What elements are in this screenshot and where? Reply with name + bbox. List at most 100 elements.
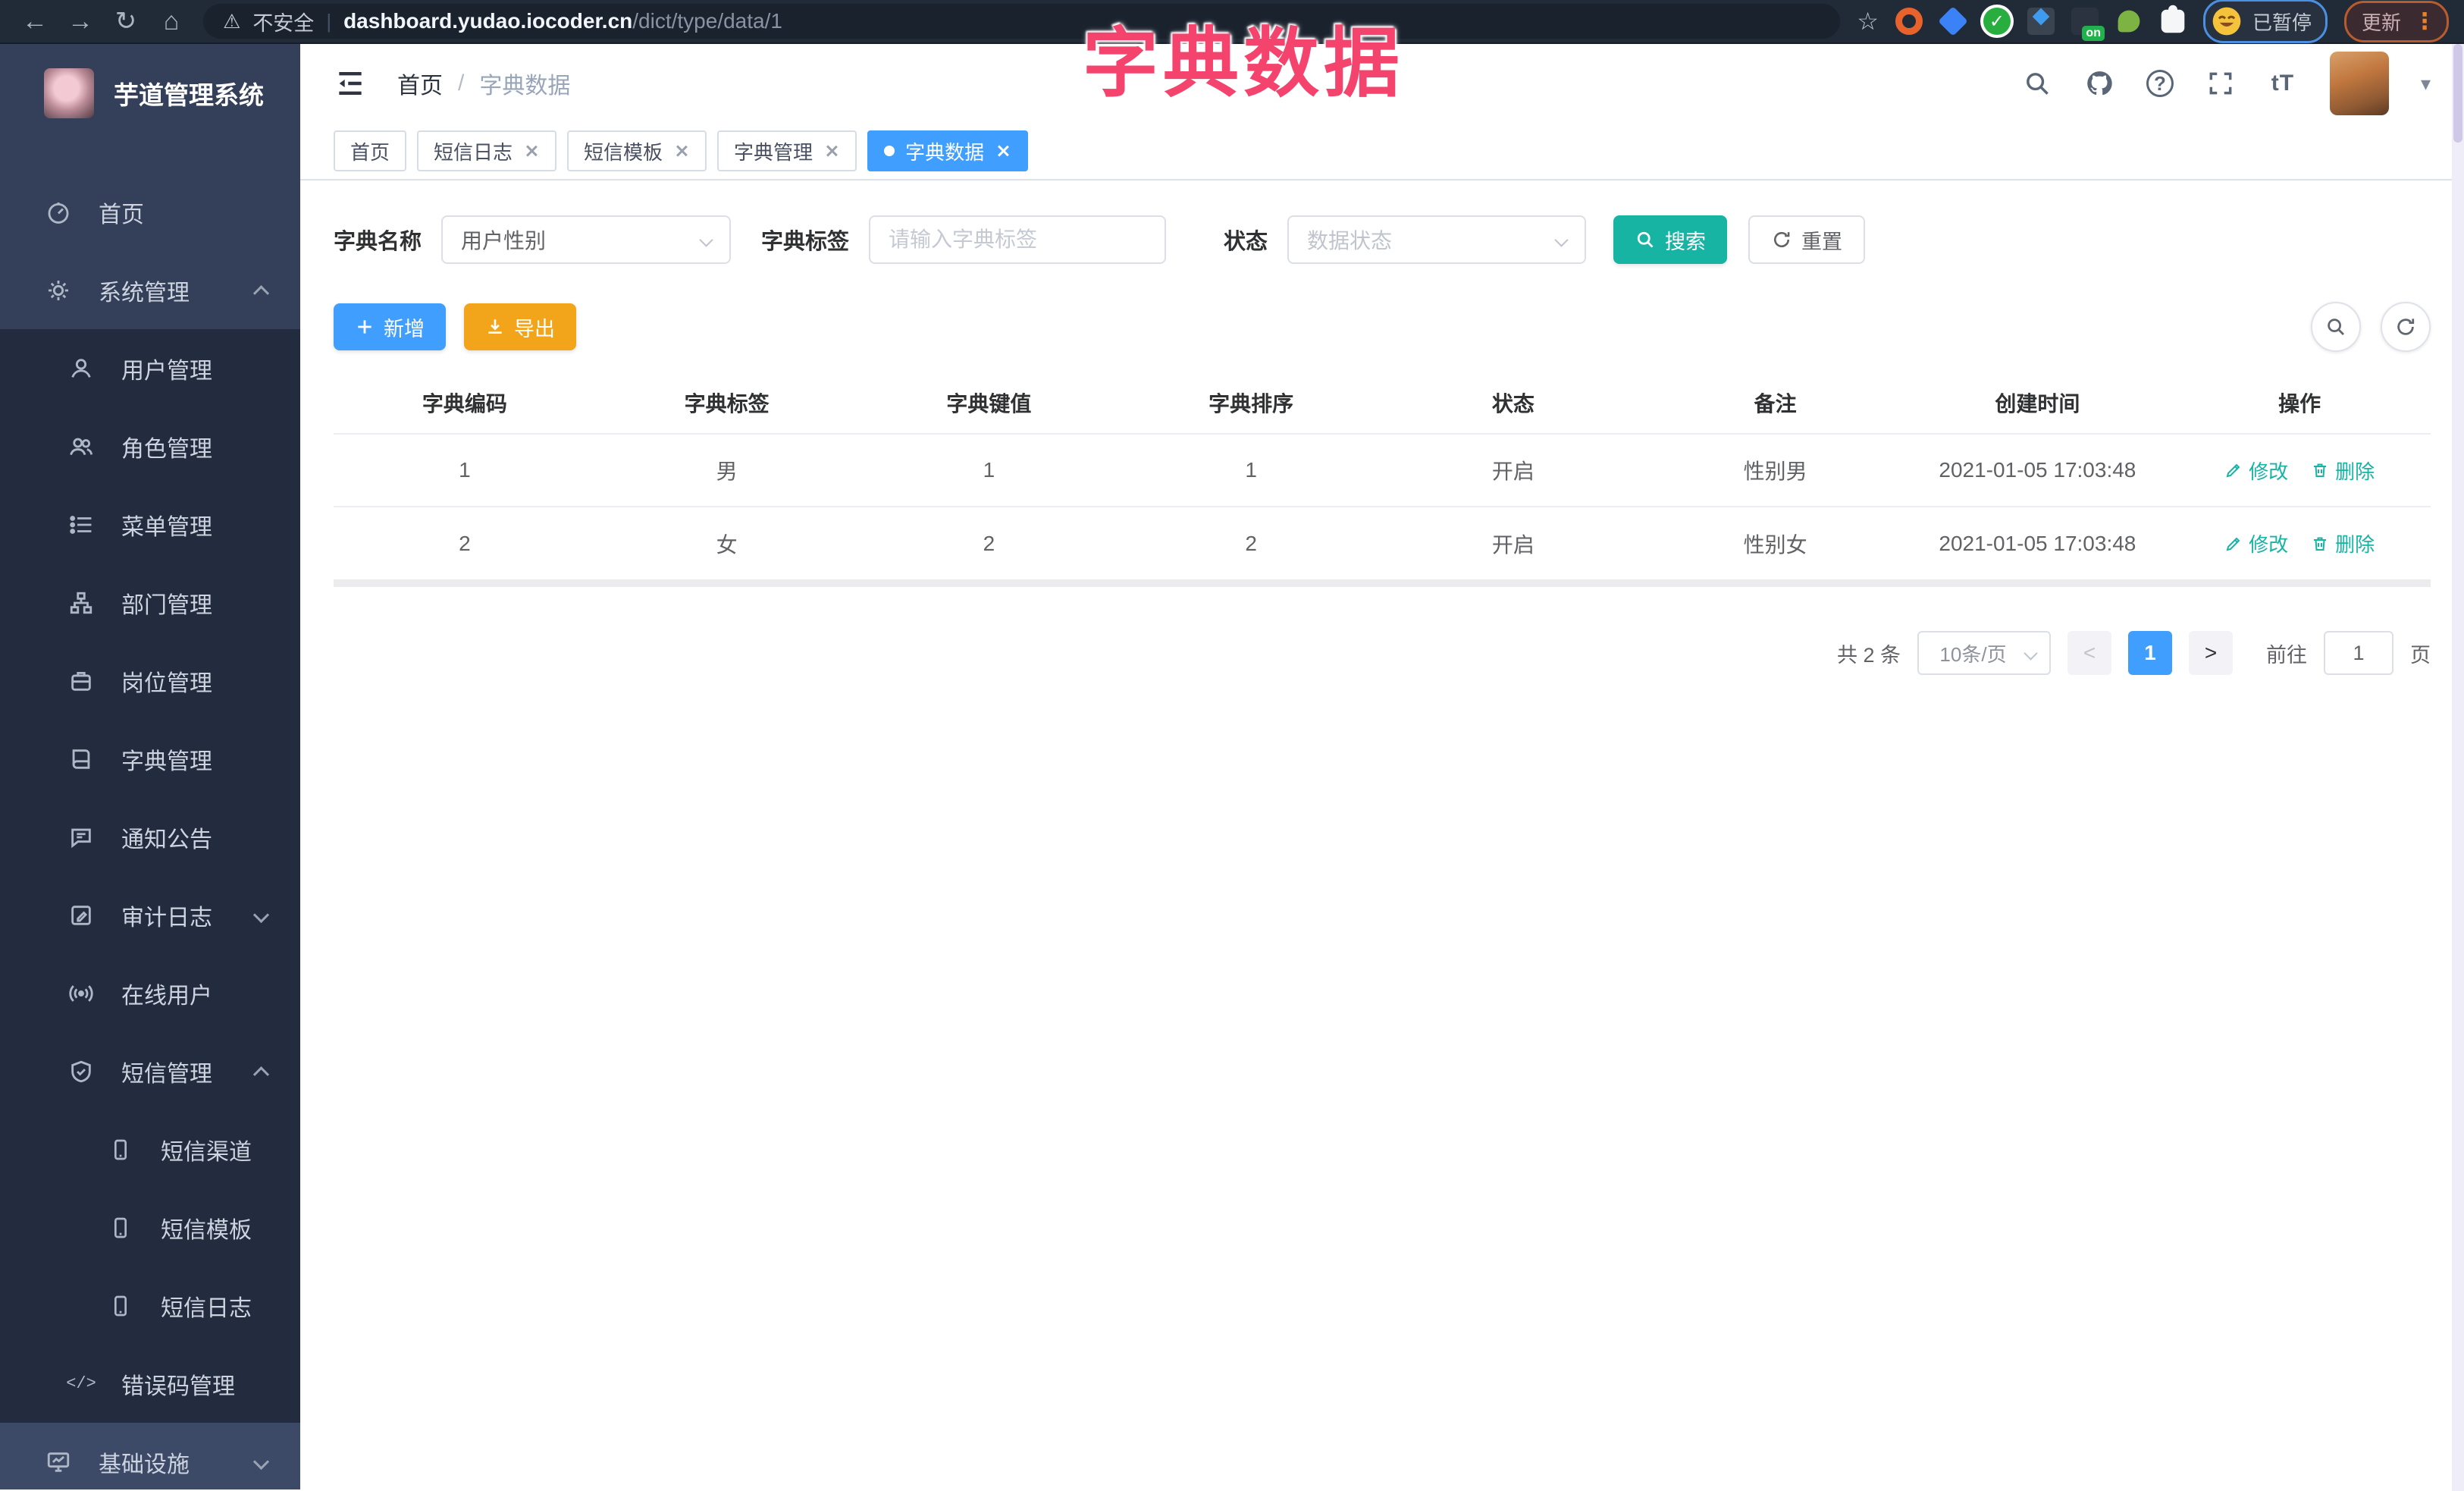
breadcrumb-home[interactable]: 首页: [397, 67, 443, 100]
sidebar-item-home[interactable]: 首页: [0, 173, 300, 251]
dict-label-field[interactable]: [869, 215, 1167, 264]
help-icon[interactable]: ?: [2146, 70, 2174, 97]
dict-label-input[interactable]: [889, 228, 1147, 252]
close-icon[interactable]: [673, 143, 690, 159]
sidebar-item-label: 基础设施: [99, 1452, 190, 1477]
chevron-down-icon: [2024, 645, 2038, 661]
hamburger-icon[interactable]: [334, 67, 367, 100]
browser-update-button[interactable]: 更新 ⋮: [2343, 0, 2449, 42]
chevron-down-icon: [252, 1453, 270, 1471]
tab-sms-template[interactable]: 短信模板: [567, 130, 707, 171]
bookmark-star-icon[interactable]: ☆: [1857, 7, 1879, 36]
browser-extension-icon[interactable]: ✓: [1983, 8, 2011, 35]
col-header: 字典标签: [595, 372, 858, 435]
page-1-button[interactable]: 1: [2128, 631, 2172, 675]
page-scrollbar[interactable]: [2452, 44, 2464, 1491]
sidebar-logo[interactable]: 芋道管理系统: [0, 44, 300, 143]
delete-label: 删除: [2335, 460, 2375, 483]
sidebar-item-post-mgmt[interactable]: 岗位管理: [0, 642, 300, 720]
sidebar-item-online-users[interactable]: 在线用户: [0, 954, 300, 1032]
table-row[interactable]: 2 女 2 2 开启 性别女 2021-01-05 17:03:48 修改 删除: [334, 507, 2431, 579]
close-icon[interactable]: [823, 143, 840, 159]
table-toolbar: 新增 导出: [334, 302, 2431, 352]
sidebar-item-infrastructure[interactable]: 基础设施: [0, 1423, 300, 1489]
add-button-label: 新增: [384, 317, 425, 341]
font-size-icon[interactable]: tT: [2268, 68, 2298, 99]
reset-button[interactable]: 重置: [1748, 215, 1866, 264]
export-button[interactable]: 导出: [464, 303, 576, 350]
refresh-table-button[interactable]: [2381, 302, 2431, 352]
dashboard-icon: [44, 198, 73, 227]
edit-link[interactable]: 修改: [2224, 529, 2288, 557]
sidebar-item-error-code[interactable]: </> 错误码管理: [0, 1345, 300, 1423]
add-button[interactable]: 新增: [334, 303, 446, 350]
sidebar-item-sms-log[interactable]: 短信日志: [0, 1267, 300, 1345]
fullscreen-icon[interactable]: [2205, 68, 2236, 99]
browser-forward-icon[interactable]: →: [61, 2, 100, 41]
audit-log-icon: [67, 901, 96, 930]
github-icon[interactable]: [2084, 68, 2114, 99]
address-bar[interactable]: ⚠ 不安全 | dashboard.yudao.iocoder.cn/dict/…: [203, 4, 1841, 39]
sidebar-item-audit-log[interactable]: 审计日志: [0, 876, 300, 954]
toggle-search-button[interactable]: [2311, 302, 2361, 352]
sidebar-item-role-mgmt[interactable]: 角色管理: [0, 407, 300, 485]
user-avatar[interactable]: [2329, 52, 2389, 115]
delete-link[interactable]: 删除: [2311, 529, 2375, 557]
browser-profile-button[interactable]: 已暂停: [2202, 0, 2328, 43]
sidebar-item-dict-mgmt[interactable]: 字典管理: [0, 720, 300, 798]
next-page-button[interactable]: >: [2189, 631, 2233, 675]
prev-page-button[interactable]: <: [2067, 631, 2111, 675]
search-button[interactable]: 搜索: [1613, 215, 1728, 264]
table-row[interactable]: 1 男 1 1 开启 性别男 2021-01-05 17:03:48 修改 删除: [334, 434, 2431, 507]
search-icon[interactable]: [2022, 68, 2052, 99]
sidebar-item-system[interactable]: 系统管理: [0, 251, 300, 329]
browser-extension-icon[interactable]: [2118, 10, 2140, 33]
close-icon[interactable]: [995, 143, 1011, 159]
scrollbar-thumb[interactable]: [2453, 44, 2462, 143]
chevron-down-icon: [252, 906, 270, 924]
browser-home-icon[interactable]: ⌂: [152, 2, 191, 41]
sidebar-item-dept-mgmt[interactable]: 部门管理: [0, 563, 300, 642]
sidebar-item-sms-template[interactable]: 短信模板: [0, 1188, 300, 1267]
sidebar-item-label: 短信管理: [121, 1061, 212, 1087]
app-root: 芋道管理系统 首页 系统管理 用户管理 角色管理 菜单管理 部门管理 岗位管理 …: [0, 44, 2464, 1489]
avatar-caret-icon[interactable]: ▾: [2421, 72, 2431, 96]
browser-menu-icon[interactable]: ⋮: [2413, 8, 2436, 35]
browser-extension-icon[interactable]: on: [2071, 8, 2105, 41]
browser-extension-icon[interactable]: [1938, 6, 1968, 36]
sidebar-item-label: 错误码管理: [121, 1373, 235, 1399]
not-secure-warning-icon: ⚠: [223, 9, 241, 33]
tab-home[interactable]: 首页: [334, 130, 407, 171]
browser-reload-icon[interactable]: ↻: [106, 2, 146, 41]
phone-icon: [106, 1135, 135, 1164]
browser-extension-icon[interactable]: [2027, 8, 2055, 35]
edit-link[interactable]: 修改: [2224, 457, 2288, 485]
status-select[interactable]: 数据状态: [1287, 215, 1587, 264]
chevron-up-icon: [252, 285, 270, 302]
sidebar-item-sms-channel[interactable]: 短信渠道: [0, 1110, 300, 1188]
browser-extension-icon[interactable]: [1895, 8, 1923, 35]
goto-page-input[interactable]: [2324, 631, 2393, 675]
url-separator: |: [326, 9, 332, 33]
tab-sms-log[interactable]: 短信日志: [417, 130, 557, 171]
sidebar-item-sms-mgmt[interactable]: 短信管理: [0, 1032, 300, 1110]
sidebar-item-notice[interactable]: 通知公告: [0, 798, 300, 876]
sidebar: 芋道管理系统 首页 系统管理 用户管理 角色管理 菜单管理 部门管理 岗位管理 …: [0, 44, 300, 1489]
tab-dict-data[interactable]: 字典数据: [867, 130, 1029, 171]
sidebar-item-menu-mgmt[interactable]: 菜单管理: [0, 485, 300, 563]
browser-back-icon[interactable]: ←: [15, 2, 55, 41]
browser-toolbar-right: ☆ ✓ on 已暂停 更新 ⋮: [1857, 0, 2449, 43]
page-size-select[interactable]: 10条/页: [1917, 631, 2051, 675]
sidebar-item-user-mgmt[interactable]: 用户管理: [0, 329, 300, 407]
tab-dict-mgmt[interactable]: 字典管理: [717, 130, 857, 171]
delete-link[interactable]: 删除: [2311, 457, 2375, 485]
cell-remark: 性别女: [1743, 532, 1807, 557]
page-content: 字典名称 用户性别 字典标签 状态 数据状态 搜索: [300, 180, 2464, 1489]
dict-data-table: 字典编码 字典标签 字典键值 字典排序 状态 备注 创建时间 操作 1 男 1: [334, 372, 2431, 579]
extensions-puzzle-icon[interactable]: [2161, 5, 2185, 33]
plus-icon: [358, 320, 371, 334]
close-icon[interactable]: [523, 143, 540, 159]
cell-created: 2021-01-05 17:03:48: [1906, 434, 2169, 507]
dict-name-select[interactable]: 用户性别: [441, 215, 732, 264]
search-button-label: 搜索: [1665, 230, 1707, 253]
